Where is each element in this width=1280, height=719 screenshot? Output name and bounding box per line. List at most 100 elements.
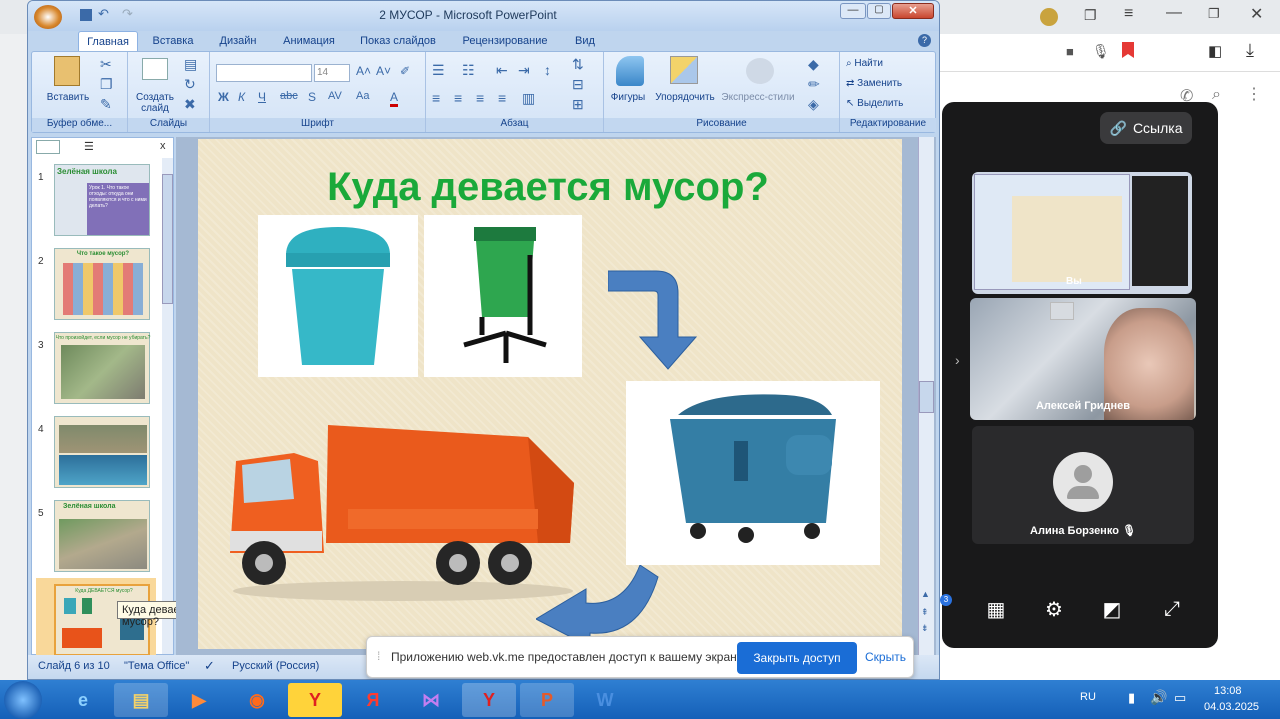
grid-icon[interactable]: ▦ (981, 594, 1011, 624)
smartart-icon[interactable]: ⊞ (572, 96, 584, 113)
columns-icon[interactable]: ▥ (522, 90, 535, 107)
maximize-button[interactable]: ▢ (867, 3, 891, 19)
paste-icon[interactable] (54, 56, 80, 86)
explorer-icon[interactable]: ▤ (114, 683, 168, 717)
yandex-browser-active-icon[interactable]: Y (462, 683, 516, 717)
close-button[interactable]: ✕ (892, 3, 934, 19)
line-spacing-icon[interactable]: ↕ (544, 62, 551, 78)
bold-icon[interactable]: Ж (218, 90, 229, 104)
tab-animation[interactable]: Анимация (274, 31, 344, 51)
new-slide-icon[interactable] (142, 58, 168, 80)
replace-button[interactable]: ⇄ Заменить (846, 78, 930, 89)
align-left-icon[interactable]: ≡ (432, 90, 440, 106)
bullets-icon[interactable]: ☰ (432, 62, 445, 79)
layout-icon[interactable]: ▤ (184, 56, 197, 73)
shrink-font-icon[interactable]: A˅ (376, 64, 391, 78)
font-name-select[interactable] (216, 64, 312, 82)
volume-icon[interactable]: 🔊 (1150, 689, 1167, 706)
arrange-button[interactable]: Упорядочить (650, 92, 720, 103)
search-icon[interactable]: ⌕ (1212, 86, 1221, 104)
numbering-icon[interactable]: ☷ (462, 62, 475, 79)
increase-indent-icon[interactable]: ⇥ (518, 62, 530, 79)
hide-button[interactable]: Скрыть (865, 650, 906, 664)
next-slide-icon[interactable]: ⇟ (921, 623, 929, 634)
start-button[interactable] (4, 681, 42, 719)
drag-handle-icon[interactable]: ⁞ (377, 649, 380, 663)
camera-icon[interactable]: ■ (1066, 44, 1074, 59)
shapes-button[interactable]: Фигуры (606, 92, 650, 103)
align-center-icon[interactable]: ≡ (454, 90, 462, 106)
layout-icon[interactable]: ◩ (1097, 594, 1127, 624)
link-button[interactable]: 🔗 Ссылка (1100, 112, 1192, 144)
sidebar-icon[interactable]: ◧ (1208, 42, 1222, 60)
profile-icon[interactable] (1040, 8, 1058, 26)
copy-icon[interactable]: ❐ (100, 76, 113, 93)
tab-view[interactable]: Вид (568, 31, 602, 51)
format-painter-icon[interactable]: ✎ (100, 96, 112, 113)
shadow-icon[interactable]: S (308, 90, 316, 104)
font-size-select[interactable]: 14 (314, 64, 350, 82)
screen-share-tile[interactable]: Вы (972, 172, 1192, 294)
download-icon[interactable]: ⤓ (1246, 40, 1254, 61)
network-icon[interactable]: ▭ (1174, 690, 1186, 706)
quick-styles-button[interactable]: Экспресс-стили (720, 92, 796, 103)
slide-thumb[interactable]: Зелёная школа (54, 500, 150, 572)
text-direction-icon[interactable]: ⇅ (572, 56, 584, 73)
yandex-browser-icon[interactable]: Y (288, 683, 342, 717)
italic-icon[interactable]: К (238, 90, 245, 104)
help-icon[interactable]: ? (918, 34, 931, 47)
paste-button[interactable]: Вставить (38, 92, 98, 103)
effects-icon[interactable]: ◈ (808, 96, 819, 113)
slide-thumb[interactable]: Зелёная школа Урок 1. Что такое отходы: … (54, 164, 150, 236)
align-right-icon[interactable]: ≡ (476, 90, 484, 106)
slide-canvas[interactable]: Куда девается мусор? (198, 139, 902, 649)
shapes-icon[interactable] (616, 56, 644, 86)
participant-tile[interactable]: Алексей Гриднев (970, 298, 1196, 420)
settings-icon[interactable]: ⚙ (1039, 594, 1069, 624)
tab-outline[interactable]: ☰ (84, 140, 94, 153)
ie-icon[interactable]: e (56, 683, 110, 717)
slide-thumb[interactable] (54, 416, 150, 488)
reset-icon[interactable]: ↻ (184, 76, 196, 93)
participant-tile[interactable]: Алина Борзенко 🎙 (972, 426, 1194, 544)
spellcheck-icon[interactable]: ✓ (204, 658, 215, 674)
prev-slide-icon[interactable]: ⇞ (921, 607, 929, 618)
close-panel-icon[interactable]: x (160, 140, 166, 152)
spacing-icon[interactable]: AV (328, 90, 342, 102)
tab-design[interactable]: Дизайн (208, 31, 268, 51)
editor-scrollbar[interactable]: ▲ ⇞ ⇟ (918, 137, 934, 655)
fullscreen-icon[interactable]: ⤢ (1157, 594, 1187, 624)
outline-icon[interactable]: ✏ (808, 76, 820, 93)
decrease-indent-icon[interactable]: ⇤ (496, 62, 508, 79)
powerpoint-icon[interactable]: P (520, 683, 574, 717)
arrange-icon[interactable] (670, 56, 698, 84)
device-icon[interactable]: ▮ (1128, 690, 1135, 706)
underline-icon[interactable]: Ч (258, 90, 266, 104)
align-text-icon[interactable]: ⊟ (572, 76, 584, 93)
case-icon[interactable]: Aa (356, 90, 369, 102)
font-color-icon[interactable]: A (390, 90, 399, 107)
yandex-icon[interactable]: Я (346, 683, 400, 717)
minimize-icon[interactable]: — (1166, 4, 1182, 22)
slide-thumb[interactable]: Что произойдет, если мусор не убирать? (54, 332, 150, 404)
tab-home[interactable]: Главная (78, 31, 138, 51)
restore-icon[interactable]: ❐ (1208, 6, 1220, 22)
slide-thumb[interactable]: Что такое мусор? (54, 248, 150, 320)
tab-review[interactable]: Рецензирование (452, 31, 558, 51)
grow-font-icon[interactable]: A˄ (356, 64, 371, 78)
minimize-button[interactable]: — (840, 3, 866, 19)
more-icon[interactable]: ⋮ (1246, 84, 1262, 104)
new-slide-button[interactable]: Создать слайд (130, 92, 180, 114)
media-player-icon[interactable]: ▶ (172, 683, 226, 717)
close-icon[interactable]: ✕ (1250, 4, 1263, 24)
clear-format-icon[interactable]: ✐ (400, 64, 410, 78)
tab-slides[interactable] (36, 140, 60, 154)
address-bar[interactable]: ■ 🎙 ◧ ⤓ (940, 34, 1280, 72)
chevron-right-icon[interactable]: › (955, 352, 960, 368)
strikethrough-icon[interactable]: abc (280, 90, 298, 102)
tab-slideshow[interactable]: Показ слайдов (352, 31, 444, 51)
select-button[interactable]: ↖ Выделить (846, 98, 930, 109)
thumb-scrollbar[interactable] (162, 158, 173, 654)
collections-icon[interactable]: ❐ (1084, 7, 1097, 24)
quick-styles-icon[interactable] (746, 58, 774, 84)
